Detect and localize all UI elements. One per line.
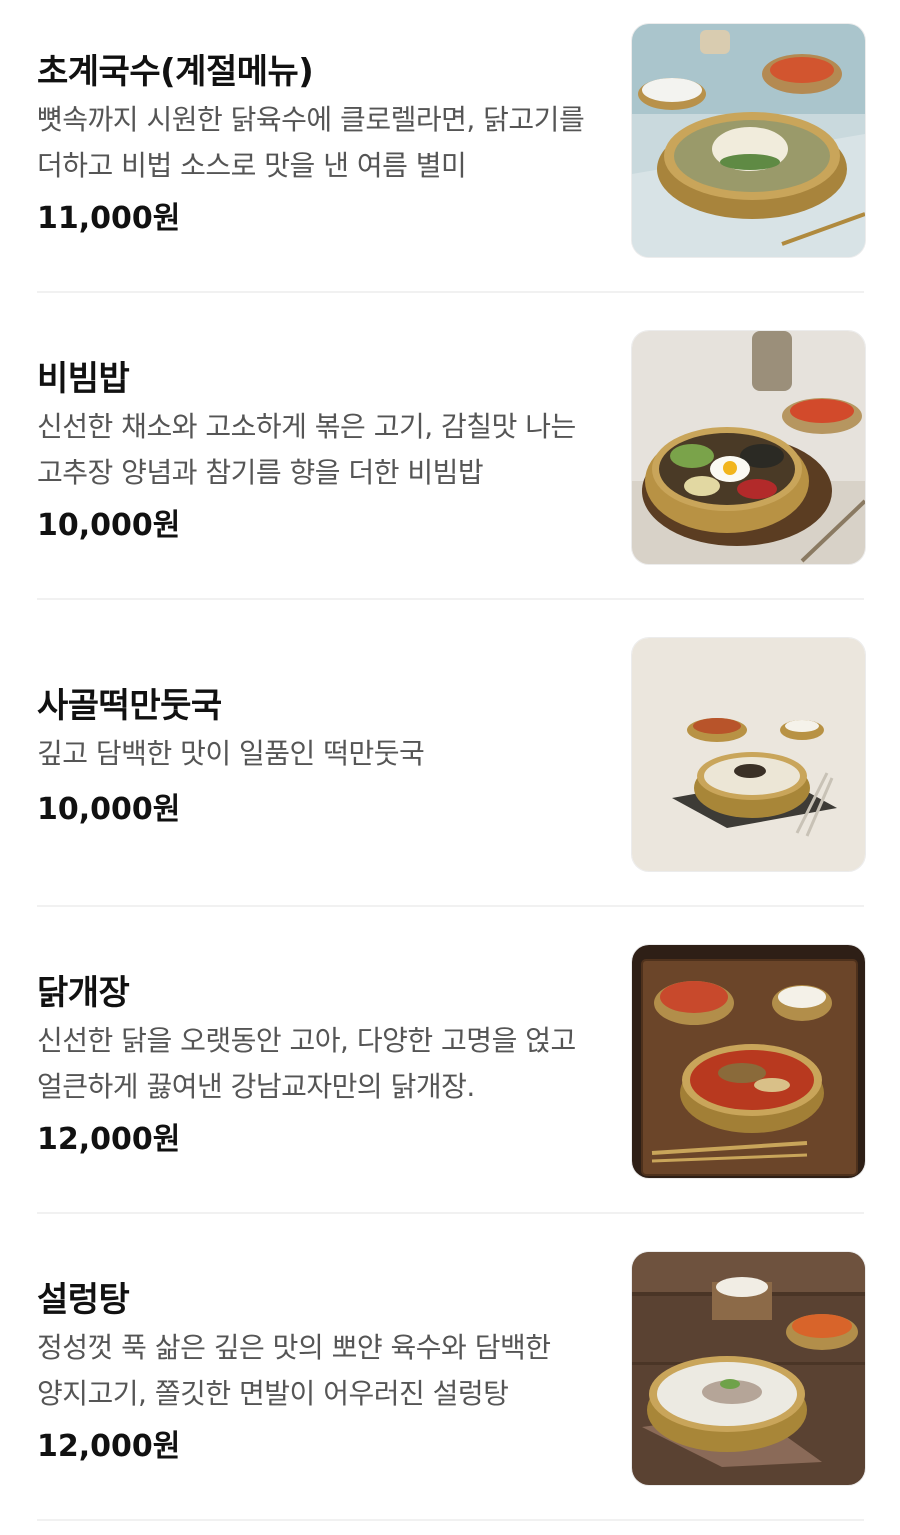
menu-item-description: 깊고 담백한 맛이 일품인 떡만둣국 (37, 737, 425, 770)
menu-item-price: 10,000원 (37, 792, 181, 827)
divider (37, 1212, 864, 1214)
bibimbap-bowl-photo (631, 330, 866, 565)
chogye-noodle-bowl-photo (631, 23, 866, 258)
menu-item-sagol-tteok-mandu-guk[interactable]: 사골떡만둣국 깊고 담백한 맛이 일품인 떡만둣국 10,000원 (0, 614, 900, 921)
menu-item-description: 신선한 닭을 오랫동안 고아, 다양한 고명을 얹고 얼큰하게 끓여낸 강남교자… (37, 1024, 576, 1103)
menu-item-description: 정성껏 푹 삶은 깊은 맛의 뽀얀 육수와 담백한 양지고기, 쫄깃한 면발이 … (37, 1331, 551, 1410)
menu-item-price: 12,000원 (37, 1122, 181, 1157)
menu-list: 초계국수(계절메뉴) 뼛속까지 시원한 닭육수에 클로렐라면, 닭고기를 더하고… (0, 0, 900, 1525)
menu-item-name: 사골떡만둣국 (37, 686, 222, 726)
rice-cake-dumpling-soup-photo (631, 637, 866, 872)
menu-item-name: 닭개장 (37, 973, 130, 1013)
menu-item-seolleongtang[interactable]: 설렁탕 정성껏 푹 삶은 깊은 맛의 뽀얀 육수와 담백한 양지고기, 쫄깃한 … (0, 1228, 900, 1535)
divider (37, 1519, 864, 1521)
menu-item-description: 뼛속까지 시원한 닭육수에 클로렐라면, 닭고기를 더하고 비법 소스로 맛을 … (37, 103, 585, 182)
menu-item-price: 11,000원 (37, 201, 181, 236)
menu-item-price: 12,000원 (37, 1429, 181, 1464)
divider (37, 291, 864, 293)
menu-item-bibimbap[interactable]: 비빔밥 신선한 채소와 고소하게 볶은 고기, 감칠맛 나는 고추장 양념과 참… (0, 307, 900, 614)
menu-item-price: 10,000원 (37, 508, 181, 543)
menu-item-name: 설렁탕 (37, 1280, 130, 1320)
menu-item-name: 비빔밥 (37, 359, 130, 399)
divider (37, 905, 864, 907)
divider (37, 598, 864, 600)
menu-item-name: 초계국수(계절메뉴) (37, 52, 314, 92)
menu-item-chogye-guksu[interactable]: 초계국수(계절메뉴) 뼛속까지 시원한 닭육수에 클로렐라면, 닭고기를 더하고… (0, 0, 900, 307)
menu-item-dakgaejang[interactable]: 닭개장 신선한 닭을 오랫동안 고아, 다양한 고명을 얹고 얼큰하게 끓여낸 … (0, 921, 900, 1228)
spicy-chicken-soup-photo (631, 944, 866, 1179)
seolleongtang-bowl-photo (631, 1251, 866, 1486)
menu-item-description: 신선한 채소와 고소하게 볶은 고기, 감칠맛 나는 고추장 양념과 참기름 향… (37, 410, 576, 489)
